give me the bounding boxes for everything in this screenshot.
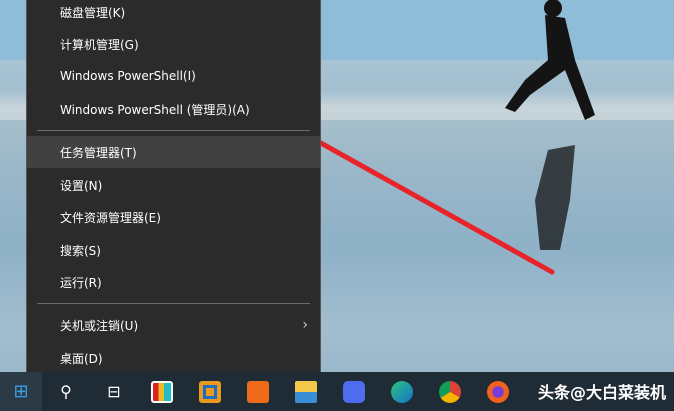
start-button[interactable]: ⊞ <box>0 372 42 411</box>
taskbar-edge[interactable] <box>378 372 426 411</box>
winx-context-menu: 磁盘管理(K) 计算机管理(G) Windows PowerShell(I) W… <box>26 0 321 380</box>
menu-item-label: 运行(R) <box>60 275 102 290</box>
menu-item-label: 桌面(D) <box>60 351 103 366</box>
chevron-right-icon: › <box>302 317 308 333</box>
firefox-icon <box>487 380 509 403</box>
menu-item-label: Windows PowerShell(I) <box>60 69 196 83</box>
menu-item-label: 计算机管理(G) <box>60 37 139 52</box>
folder-icon <box>295 380 317 403</box>
app-orange-blue-icon <box>199 380 221 403</box>
taskbar-firefox[interactable] <box>474 372 522 411</box>
taskbar-app-1[interactable] <box>138 372 186 411</box>
taskbar-chrome[interactable] <box>426 372 474 411</box>
menu-item-settings[interactable]: 设置(N) <box>27 169 320 201</box>
app-tong-icon <box>247 380 269 403</box>
search-button[interactable]: ⚲ <box>42 372 90 411</box>
menu-item-label: 搜索(S) <box>60 243 101 258</box>
menu-separator <box>37 130 310 131</box>
menu-item-label: 任务管理器(T) <box>60 145 137 160</box>
edge-icon <box>391 380 413 403</box>
menu-item-shutdown[interactable]: 关机或注销(U) › <box>27 309 320 341</box>
menu-item-powershell[interactable]: Windows PowerShell(I) <box>27 60 320 92</box>
taskbar-app-2[interactable] <box>186 372 234 411</box>
menu-item-computer-management[interactable]: 计算机管理(G) <box>27 28 320 60</box>
menu-item-powershell-admin[interactable]: Windows PowerShell (管理员)(A) <box>27 93 320 125</box>
menu-item-label: 关机或注销(U) <box>60 318 139 333</box>
menu-item-disk-management[interactable]: 磁盘管理(K) <box>27 0 320 28</box>
menu-item-label: Windows PowerShell (管理员)(A) <box>60 102 250 117</box>
watermark: 头条@大白菜装机 <box>537 383 666 402</box>
windows-logo-icon: ⊞ <box>13 381 29 402</box>
menu-item-label: 磁盘管理(K) <box>60 5 126 20</box>
menu-item-label: 文件资源管理器(E) <box>60 210 161 225</box>
taskbar-app-3[interactable] <box>234 372 282 411</box>
menu-item-label: 设置(N) <box>60 178 103 193</box>
task-view-button[interactable]: ⊟ <box>90 372 138 411</box>
chrome-icon <box>439 380 461 403</box>
taskbar-file-explorer[interactable] <box>282 372 330 411</box>
app-r-icon <box>343 380 365 403</box>
menu-item-desktop[interactable]: 桌面(D) <box>27 342 320 374</box>
taskbar-app-4[interactable] <box>330 372 378 411</box>
menu-separator <box>37 303 310 304</box>
menu-item-run[interactable]: 运行(R) <box>27 266 320 298</box>
search-icon: ⚲ <box>60 382 72 401</box>
menu-item-file-explorer[interactable]: 文件资源管理器(E) <box>27 201 320 233</box>
app-chart-icon <box>151 380 173 403</box>
menu-item-task-manager[interactable]: 任务管理器(T) <box>27 136 320 168</box>
menu-item-search[interactable]: 搜索(S) <box>27 234 320 266</box>
task-view-icon: ⊟ <box>107 382 121 401</box>
